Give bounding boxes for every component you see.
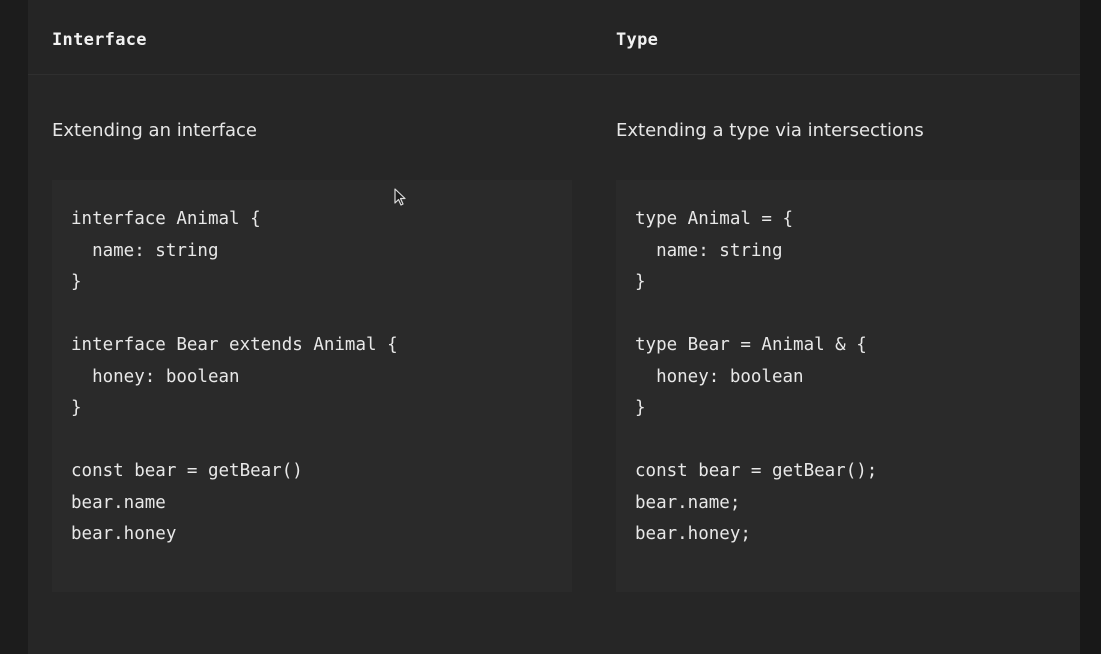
code-line: } (71, 272, 82, 292)
code-line: } (635, 272, 646, 292)
interface-column-header: Interface (52, 30, 147, 50)
code-line: interface Animal { (71, 209, 261, 229)
code-line: type Animal = { (635, 209, 794, 229)
type-code-block: type Animal = { name: string} type Bear =… (616, 180, 1080, 592)
code-line: honey: boolean (635, 366, 804, 387)
code-line: type Bear = Animal & { (635, 335, 867, 355)
interface-subtitle: Extending an interface (52, 120, 257, 141)
code-line: bear.honey; (635, 524, 751, 544)
interface-code-block: interface Animal { name: string} interfac… (52, 180, 572, 592)
code-line: name: string (635, 240, 783, 261)
code-line: bear.honey (71, 524, 177, 544)
type-column-header: Type (616, 30, 659, 50)
code-line: } (635, 398, 646, 418)
code-line: name: string (71, 240, 219, 261)
slide-frame: Interface Type Extending an interface Ex… (0, 0, 1101, 654)
code-line: honey: boolean (71, 366, 240, 387)
code-line: bear.name (71, 492, 166, 513)
mouse-pointer-icon (394, 188, 406, 206)
code-line: } (71, 398, 82, 418)
type-subtitle: Extending a type via intersections (616, 120, 924, 141)
window-edge (1080, 0, 1101, 654)
code-line: interface Bear extends Animal { (71, 335, 398, 355)
table-header-row: Interface Type (28, 0, 1080, 75)
code-line: bear.name; (635, 492, 741, 513)
code-line: const bear = getBear() (71, 461, 303, 481)
code-line: const bear = getBear(); (635, 461, 878, 481)
